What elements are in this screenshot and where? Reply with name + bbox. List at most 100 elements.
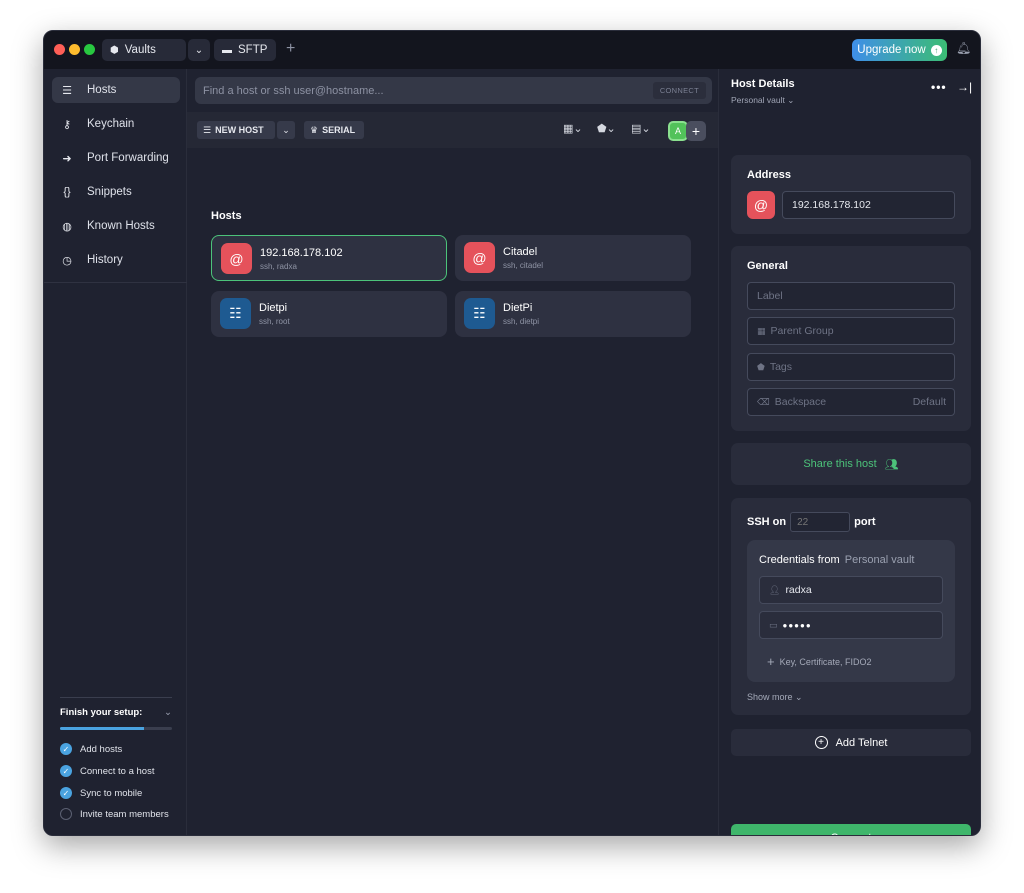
- add-member-button[interactable]: +: [686, 121, 706, 141]
- parent-group-field: ▦: [747, 317, 955, 345]
- new-tab-button[interactable]: +: [286, 40, 295, 58]
- port-input[interactable]: [790, 512, 851, 532]
- debian-icon: @: [464, 242, 495, 273]
- clock-icon: ◷: [62, 254, 72, 267]
- upgrade-button[interactable]: Upgrade now ↑: [852, 39, 947, 61]
- section-title: Hosts: [211, 210, 242, 222]
- username-field: 👤︎: [759, 576, 943, 604]
- new-host-dropdown-button[interactable]: ⌄: [277, 121, 295, 139]
- folder-icon: ▬: [222, 44, 232, 56]
- sidebar-item-history[interactable]: ◷ History: [52, 247, 180, 273]
- setup-item-sync[interactable]: ✓ Sync to mobile: [60, 787, 142, 799]
- vault-selector[interactable]: Personal vault ⌄: [731, 95, 794, 106]
- sidebar-item-label: Snippets: [87, 186, 132, 198]
- server-icon: ☰: [62, 84, 72, 97]
- host-card[interactable]: @ 192.168.178.102 ssh, radxa: [211, 235, 447, 281]
- search-input[interactable]: [195, 84, 653, 97]
- share-host-button[interactable]: Share this host 👥︎: [731, 443, 971, 485]
- setup-item-label: Add hosts: [80, 743, 123, 755]
- new-host-label: NEW HOST: [215, 125, 264, 135]
- fingerprint-icon: ◍: [62, 220, 72, 233]
- connect-chip-button[interactable]: CONNECT: [652, 82, 706, 99]
- collapse-panel-icon[interactable]: →|: [957, 80, 972, 94]
- bell-icon[interactable]: 🔔︎: [956, 41, 971, 55]
- sidebar-item-known-hosts[interactable]: ◍ Known Hosts: [52, 213, 180, 239]
- minimize-window-button[interactable]: [69, 44, 80, 55]
- serial-icon: ♛: [310, 124, 319, 135]
- tag-filter-icon[interactable]: ⬟⌄: [597, 122, 616, 135]
- sort-icon[interactable]: ▤⌄: [631, 122, 651, 135]
- setup-title: Finish your setup:: [60, 707, 143, 718]
- host-card[interactable]: @ Citadel ssh, citadel: [455, 235, 691, 281]
- host-title: DietPi: [503, 302, 533, 314]
- sidebar-item-hosts[interactable]: ☰ Hosts: [52, 77, 180, 103]
- add-key-label: Key, Certificate, FIDO2: [779, 656, 872, 667]
- backspace-select[interactable]: ⌫ Backspace Default: [747, 388, 955, 416]
- host-details-panel: Host Details Personal vault ⌄ ••• →| Add…: [718, 69, 980, 835]
- username-input[interactable]: [785, 584, 942, 596]
- server-icon: ☷: [464, 298, 495, 329]
- sidebar-item-label: Keychain: [87, 118, 135, 130]
- grid-view-icon[interactable]: ▦⌄: [563, 122, 583, 135]
- credentials-title: Credentials from Personal vault: [759, 554, 914, 566]
- password-icon: ▭: [769, 619, 778, 630]
- debian-icon: @: [221, 243, 252, 274]
- more-options-icon[interactable]: •••: [931, 80, 947, 94]
- address-title: Address: [747, 169, 792, 181]
- tags-input[interactable]: [769, 361, 954, 373]
- search-bar: CONNECT: [195, 77, 712, 104]
- main-content: CONNECT ☰ NEW HOST ⌄ ♛ SERIAL ▦⌄ ⬟⌄ ▤⌄ A…: [187, 69, 718, 835]
- address-input[interactable]: [783, 199, 954, 211]
- tab-sftp-label: SFTP: [238, 44, 268, 56]
- serial-button[interactable]: ♛ SERIAL: [304, 121, 364, 139]
- setup-item-invite[interactable]: Invite team members: [60, 808, 169, 820]
- debian-icon[interactable]: @: [747, 191, 775, 219]
- arrow-forward-icon: ➜: [62, 152, 72, 165]
- credentials-vault-label[interactable]: Personal vault: [845, 554, 915, 566]
- setup-item-label: Invite team members: [80, 808, 169, 820]
- label-input[interactable]: [748, 290, 954, 302]
- new-host-button[interactable]: ☰ NEW HOST: [197, 121, 275, 139]
- host-card[interactable]: ☷ DietPi ssh, dietpi: [455, 291, 691, 337]
- braces-icon: {}: [63, 186, 71, 198]
- host-subtitle: ssh, citadel: [503, 261, 544, 270]
- host-title: Citadel: [503, 246, 538, 258]
- add-telnet-button[interactable]: + Add Telnet: [731, 729, 971, 756]
- zoom-window-button[interactable]: [84, 44, 95, 55]
- show-more-label: Show more: [747, 692, 793, 702]
- chevron-down-icon: ⌄: [787, 95, 795, 105]
- title-bar: ⬢ Vaults ⌄ ▬ SFTP + Upgrade now ↑ 🔔︎: [44, 31, 980, 69]
- password-value[interactable]: ●●●●●: [783, 621, 812, 630]
- setup-header[interactable]: Finish your setup: ⌄: [60, 707, 172, 718]
- connect-button[interactable]: Connect: [731, 824, 971, 835]
- credentials-from-label: Credentials from: [759, 554, 840, 566]
- empty-circle-icon: [60, 808, 72, 820]
- setup-item-connect[interactable]: ✓ Connect to a host: [60, 765, 154, 777]
- show-more-button[interactable]: Show more ⌄: [747, 692, 803, 703]
- chevron-down-icon: ⌄: [282, 124, 290, 135]
- setup-progress-fill: [60, 727, 144, 730]
- sidebar-item-snippets[interactable]: {} Snippets: [52, 179, 180, 205]
- avatar[interactable]: A: [668, 121, 688, 141]
- close-window-button[interactable]: [54, 44, 65, 55]
- general-panel: General ▦ ⬟ ⌫ Backspace Default: [731, 246, 971, 431]
- host-subtitle: ssh, root: [259, 317, 290, 326]
- setup-item-add-hosts[interactable]: ✓ Add hosts: [60, 743, 122, 755]
- check-icon: ✓: [60, 743, 72, 755]
- tag-icon: ⬟: [757, 361, 765, 372]
- sidebar-item-port-forwarding[interactable]: ➜ Port Forwarding: [52, 145, 180, 171]
- tab-sftp[interactable]: ▬ SFTP: [214, 39, 276, 61]
- server-icon: ☰: [203, 124, 212, 135]
- host-card[interactable]: ☷ Dietpi ssh, root: [211, 291, 447, 337]
- backspace-icon: ⌫: [757, 396, 770, 407]
- server-icon: ☷: [220, 298, 251, 329]
- add-key-button[interactable]: + Key, Certificate, FIDO2: [767, 654, 871, 669]
- share-label: Share this host: [803, 458, 877, 470]
- vaults-dropdown-button[interactable]: ⌄: [188, 39, 210, 61]
- sidebar-item-keychain[interactable]: ⚷ Keychain: [52, 111, 180, 137]
- parent-group-input[interactable]: [770, 325, 954, 337]
- sidebar: ☰ Hosts ⚷ Keychain ➜ Port Forwarding {} …: [44, 69, 187, 835]
- tab-vaults[interactable]: ⬢ Vaults: [102, 39, 186, 61]
- setup-item-label: Sync to mobile: [80, 787, 143, 799]
- serial-label: SERIAL: [322, 125, 356, 135]
